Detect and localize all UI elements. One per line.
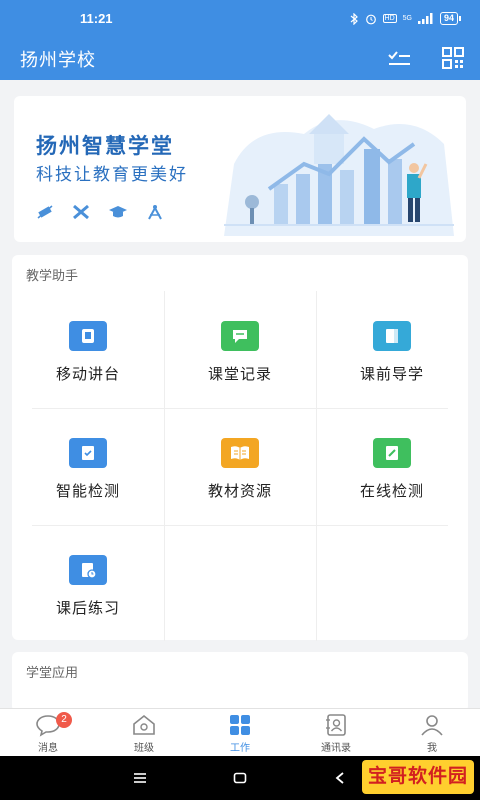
checklist-icon[interactable]: [386, 45, 412, 71]
bluetooth-icon: [350, 12, 358, 25]
signal-icon: [417, 13, 433, 24]
tool-smart-test[interactable]: 智能检测: [12, 408, 164, 525]
tool-label: 移动讲台: [55, 366, 120, 383]
grid-icon: [230, 715, 250, 735]
tab-me[interactable]: 我: [384, 709, 480, 757]
banner[interactable]: 扬州智慧学堂 科技让教育更美好: [14, 96, 466, 242]
status-bar: 11:21 HD 5G 94: [0, 0, 480, 36]
tool-label: 智能检测: [55, 483, 120, 500]
growth-chart-illustration: [224, 114, 454, 236]
back-icon[interactable]: [326, 766, 354, 790]
menu-icon[interactable]: [126, 766, 154, 790]
user-icon: [421, 715, 443, 736]
tool-mobile-podium[interactable]: 移动讲台: [12, 291, 164, 408]
section-title: 学堂应用: [26, 665, 79, 680]
tool-online-test[interactable]: 在线检测: [316, 408, 468, 525]
tab-label: 工作: [230, 743, 250, 754]
alarm-icon: [365, 14, 376, 24]
tool-after-class-practice[interactable]: 课后练习: [12, 525, 164, 642]
tool-label: 教材资源: [207, 483, 272, 500]
tab-contacts[interactable]: 通讯录: [288, 709, 384, 757]
tool-pre-class-guide[interactable]: 课前导学: [316, 291, 468, 408]
edit-note-icon: [373, 438, 411, 468]
tool-label: 课后练习: [55, 600, 120, 617]
open-book-icon: [221, 438, 259, 468]
battery-indicator: 94: [439, 12, 462, 25]
compass-icon: [148, 205, 162, 220]
clipboard-check-icon: [69, 438, 107, 468]
tool-label: 在线检测: [359, 483, 424, 500]
tab-work[interactable]: 工作: [192, 709, 288, 757]
tab-label: 班级: [134, 743, 154, 754]
network-type: 5G: [402, 15, 412, 22]
banner-subtitle: 科技让教育更美好: [36, 165, 188, 184]
qr-scan-icon[interactable]: [440, 45, 466, 71]
tool-textbook-resources[interactable]: 教材资源: [164, 408, 316, 525]
tab-class[interactable]: 班级: [96, 709, 192, 757]
satellite-icon: [37, 205, 53, 219]
status-indicators: HD 5G 94: [350, 12, 462, 25]
tools-icon: [73, 204, 89, 220]
contacts-icon: [326, 714, 346, 736]
tool-label: 课堂记录: [207, 366, 272, 383]
banner-title: 扬州智慧学堂: [36, 135, 174, 158]
tablet-icon: [69, 321, 107, 351]
tab-label: 消息: [38, 743, 58, 754]
home-button-icon[interactable]: [226, 766, 254, 790]
tool-class-record[interactable]: 课堂记录: [164, 291, 316, 408]
app-header: 扬州学校: [0, 36, 480, 80]
tab-messages[interactable]: 2 消息: [0, 709, 96, 757]
bottom-tab-bar: 2 消息 班级 工作 通讯录 我: [0, 708, 480, 756]
classroom-apps-panel: 学堂应用: [12, 652, 468, 712]
system-nav-bar: 宝哥软件园: [0, 756, 480, 800]
watermark-logo: 宝哥软件园: [361, 760, 474, 794]
unread-badge: 2: [56, 712, 72, 728]
section-title: 教学助手: [26, 268, 79, 283]
tab-label: 通讯录: [321, 743, 351, 754]
tool-label: 课前导学: [359, 366, 424, 383]
house-icon: [133, 714, 155, 735]
graduation-cap-icon: [109, 206, 127, 218]
clock-doc-icon: [69, 555, 107, 585]
page-title: 扬州学校: [20, 50, 96, 70]
banner-icon-row: [36, 204, 164, 220]
chat-icon: [221, 321, 259, 351]
status-time: 11:21: [80, 11, 113, 26]
book-guide-icon: [373, 321, 411, 351]
tab-label: 我: [427, 743, 437, 754]
teaching-tools-panel: 教学助手 移动讲台 课堂记录 课前导学 智能检测 教材资源 在线检测 课后练习: [12, 255, 468, 642]
hd-indicator: HD: [382, 14, 397, 23]
